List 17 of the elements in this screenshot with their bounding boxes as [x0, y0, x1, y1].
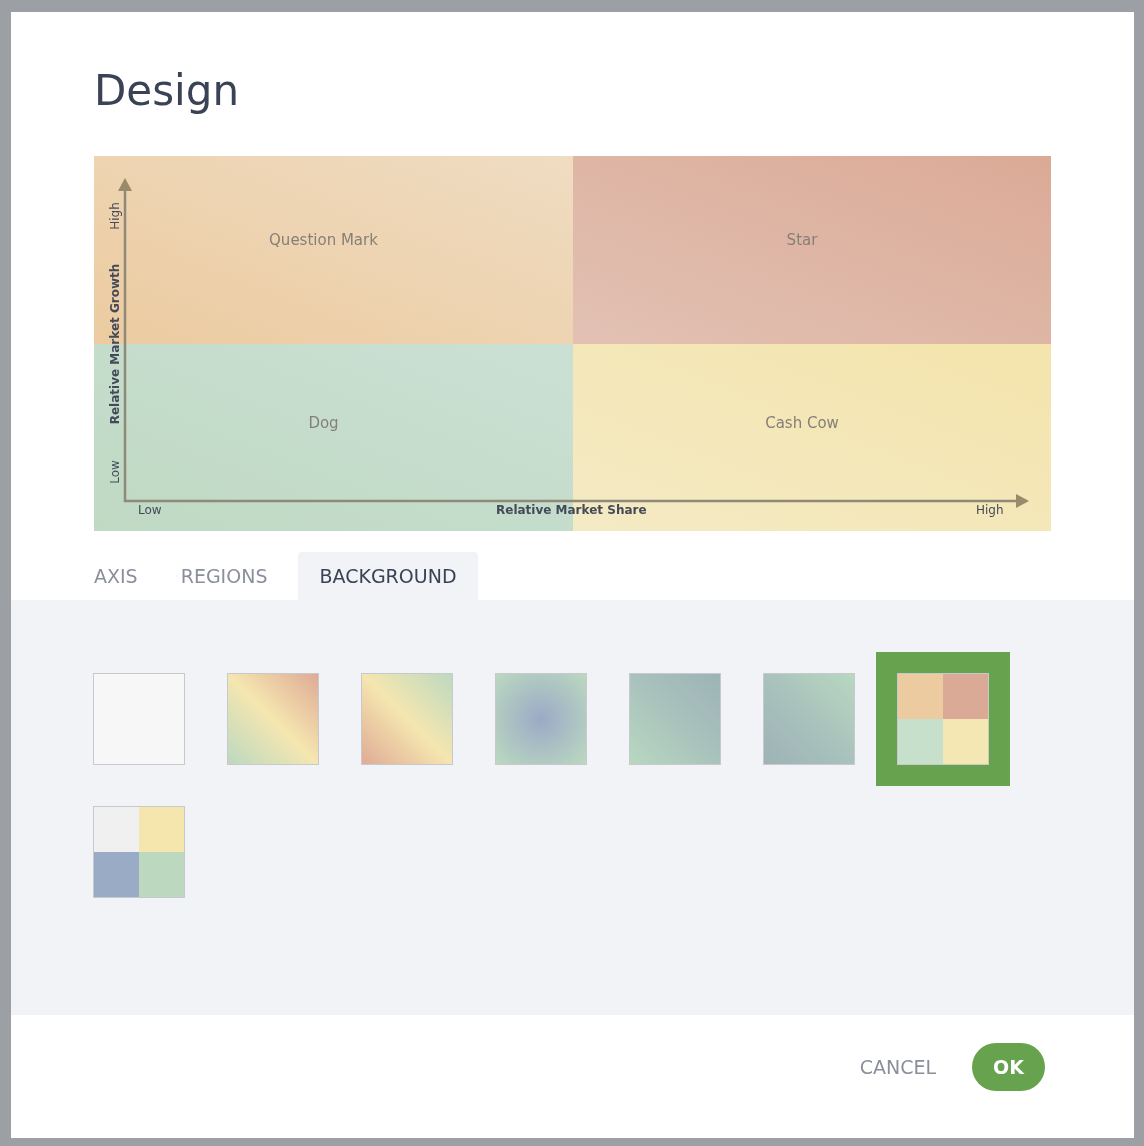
tab[interactable]: BACKGROUND — [298, 552, 478, 600]
cancel-button[interactable]: CANCEL — [853, 1055, 942, 1079]
quadrant-label: Cash Cow — [765, 413, 839, 432]
y-axis-title: Relative Market Growth — [108, 263, 122, 425]
y-axis-high-label: High — [108, 202, 122, 230]
x-axis-title: Relative Market Share — [496, 503, 647, 517]
quadrant-label: Star — [786, 231, 818, 249]
quadrant-label: Dog — [308, 413, 339, 432]
dialog-title: Design — [93, 65, 240, 117]
quadrant-label: Question Mark — [269, 231, 378, 249]
x-axis-low-label: Low — [138, 503, 162, 517]
x-axis-high-label: High — [976, 503, 1004, 517]
y-axis-low-label: Low — [108, 460, 122, 484]
tab[interactable]: REGIONS — [168, 552, 280, 600]
tab[interactable]: AXIS — [82, 552, 150, 600]
ok-button[interactable]: OK — [972, 1043, 1045, 1091]
background-swatch[interactable] — [876, 652, 1010, 786]
